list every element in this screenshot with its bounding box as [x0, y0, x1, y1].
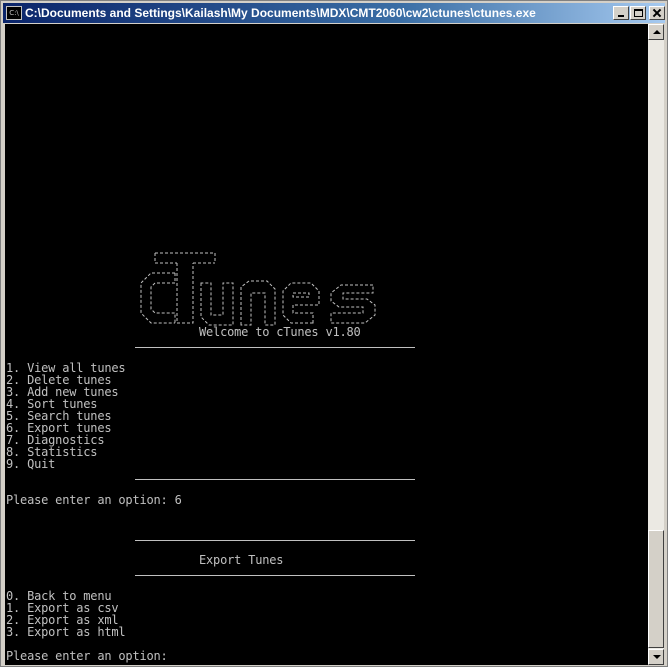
console-window: C:\ C:\Documents and Settings\Kailash\My… — [0, 0, 668, 667]
option-prompt: Please enter an option: 6 — [6, 493, 182, 507]
divider — [135, 479, 415, 480]
menu-item-quit: 9. Quit — [6, 457, 56, 471]
close-button[interactable] — [649, 6, 665, 20]
minimize-button[interactable] — [613, 6, 629, 20]
export-item-html: 3. Export as html — [6, 625, 126, 639]
scroll-up-button[interactable] — [648, 24, 664, 40]
console-output[interactable]: Welcome to cTunes v1.80 1. View all tune… — [5, 24, 648, 665]
console-app-icon[interactable]: C:\ — [6, 6, 22, 20]
input-prompt[interactable]: Please enter an option: — [6, 650, 168, 662]
divider — [135, 347, 415, 348]
arrow-up-icon — [653, 30, 661, 34]
maximize-button[interactable] — [630, 6, 646, 20]
scroll-thumb[interactable] — [648, 530, 664, 648]
welcome-text: Welcome to cTunes v1.80 — [199, 325, 361, 339]
title-bar[interactable]: C:\ C:\Documents and Settings\Kailash\My… — [3, 3, 665, 23]
maximize-icon — [634, 9, 643, 17]
scroll-down-button[interactable] — [648, 649, 664, 665]
arrow-down-icon — [653, 655, 661, 659]
window-title: C:\Documents and Settings\Kailash\My Doc… — [25, 6, 536, 20]
export-heading: Export Tunes — [199, 553, 284, 567]
minimize-icon — [618, 15, 624, 17]
vertical-scrollbar[interactable] — [648, 24, 664, 665]
divider — [135, 575, 415, 576]
divider — [135, 540, 415, 541]
